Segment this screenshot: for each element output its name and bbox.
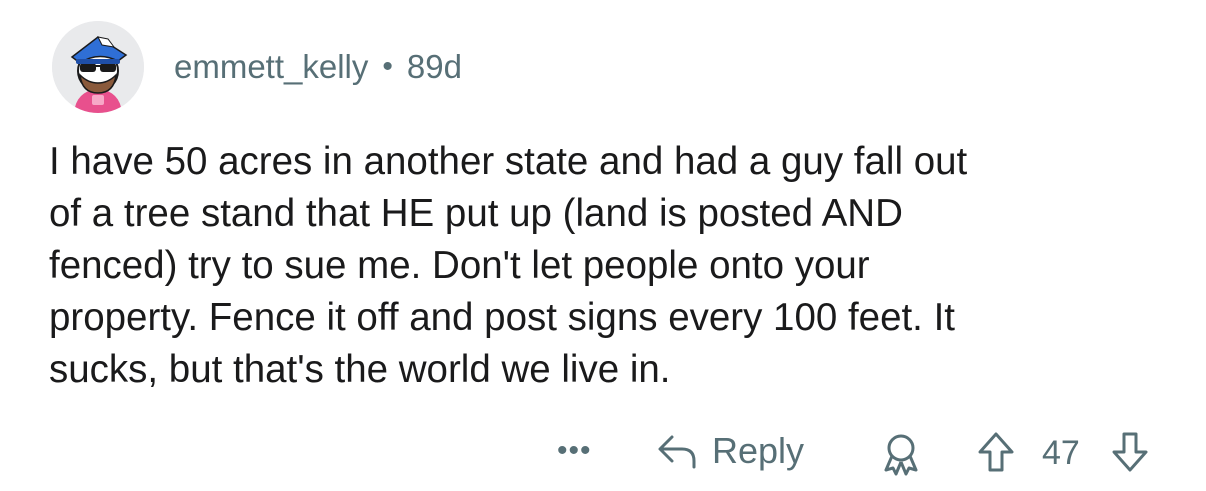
avatar-image [52, 21, 144, 113]
upvote-button[interactable] [976, 430, 1016, 474]
comment-age: 89d [406, 48, 462, 85]
upvote-arrow-icon [976, 430, 1016, 474]
downvote-arrow-icon [1110, 430, 1150, 474]
meta-separator: • [382, 50, 393, 83]
comment-header: emmett_kelly • 89d [52, 20, 462, 114]
reply-label: Reply [712, 430, 805, 471]
downvote-button[interactable] [1110, 430, 1150, 474]
reply-button[interactable]: Reply [656, 430, 804, 472]
reply-arrow-icon [656, 431, 700, 471]
vote-score: 47 [1042, 434, 1080, 472]
comment: emmett_kelly • 89d I have 50 acres in an… [0, 0, 1206, 491]
avatar[interactable] [52, 21, 144, 113]
more-options-button[interactable]: ••• [557, 434, 592, 468]
comment-actions: ••• Reply 47 [0, 426, 1206, 486]
award-button[interactable] [880, 432, 922, 476]
award-icon [880, 432, 922, 476]
comment-body: I have 50 acres in another state and had… [49, 140, 968, 391]
comment-meta: emmett_kelly • 89d [174, 48, 462, 86]
author-username[interactable]: emmett_kelly [174, 48, 368, 86]
